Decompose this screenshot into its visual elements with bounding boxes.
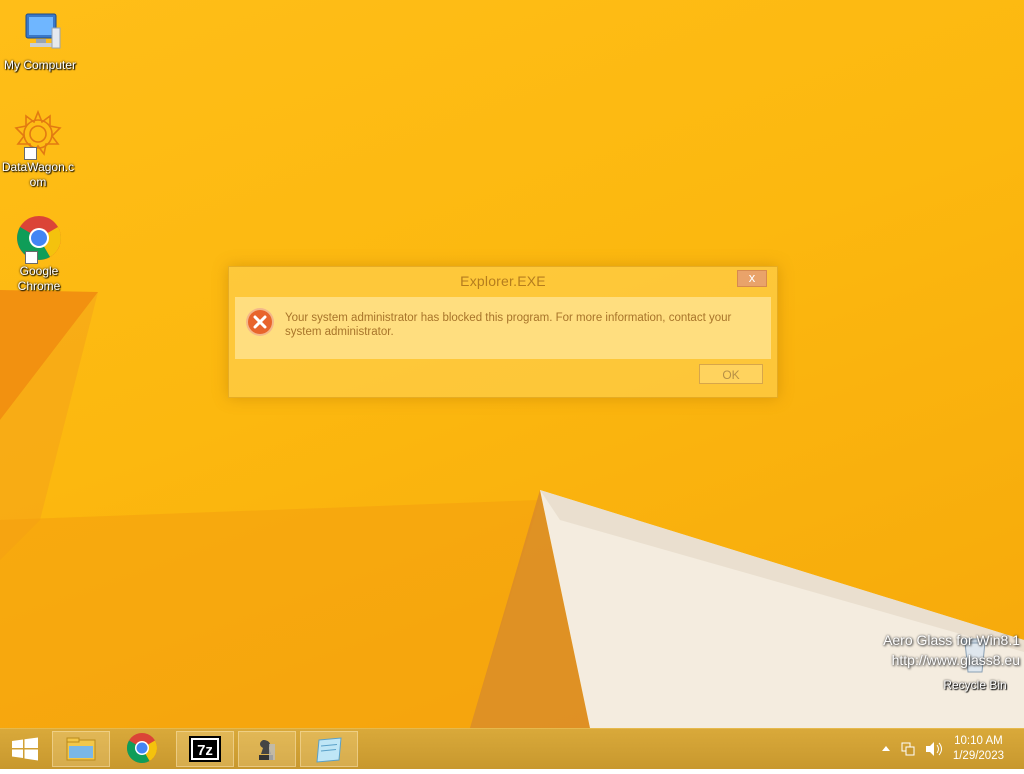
desktop-icon-datawagon[interactable]: DataWagon.c om [0, 109, 78, 190]
clock-date: 1/29/2023 [952, 750, 1004, 762]
taskbar-chrome[interactable] [114, 731, 172, 767]
notepad-icon [316, 737, 342, 763]
start-button[interactable] [0, 729, 50, 769]
windows-logo-icon [12, 737, 38, 761]
dialog-body: Your system administrator has blocked th… [235, 297, 771, 359]
close-icon: x [748, 270, 756, 285]
system-tray: 10:10 AM 1/29/2023 [864, 729, 1024, 769]
desktop-icon-label: Google Chrome [17, 264, 61, 293]
svg-text:7z: 7z [197, 742, 213, 759]
shortcut-arrow-icon [25, 251, 38, 264]
blocked-program-dialog: Explorer.EXE x Your system administrator… [228, 266, 778, 398]
watermark-line-2: http://www.glass8.eu [891, 652, 1020, 668]
datawagon-icon [14, 109, 62, 160]
taskbar-chess[interactable] [238, 731, 296, 767]
chess-icon [259, 740, 275, 760]
ok-button[interactable]: OK [699, 364, 763, 384]
file-explorer-icon [66, 737, 96, 761]
chrome-icon [126, 733, 158, 764]
aero-glass-watermark: Aero Glass for Win8.1 http://www.glass8.… [883, 630, 1020, 670]
taskbar-file-explorer[interactable] [52, 731, 110, 767]
desktop-icon-label: My Computer [3, 58, 77, 72]
clock-time: 10:10 AM [954, 735, 1003, 747]
taskbar-notepad[interactable] [300, 731, 358, 767]
dialog-message: Your system administrator has blocked th… [285, 312, 732, 338]
desktop-icon-google-chrome[interactable]: Google Chrome [0, 214, 79, 294]
dialog-close-button[interactable]: x [737, 270, 767, 287]
chrome-icon [15, 214, 63, 264]
desktop-icon-label: DataWagon.c om [1, 160, 75, 189]
show-hidden-icons-chevron [882, 746, 890, 751]
desktop: My Computer DataWagon.c om Google Chrome… [0, 0, 1024, 728]
network-icon [901, 742, 915, 756]
taskbar: 7z 10:10 AM 1/29/2023 [0, 728, 1024, 769]
watermark-line-1: Aero Glass for Win8.1 [883, 632, 1020, 648]
shortcut-arrow-icon [24, 147, 37, 160]
taskbar-clock[interactable]: 10:10 AM 1/29/2023 [953, 734, 1004, 764]
volume-icon [926, 742, 942, 756]
7zip-icon: 7z [189, 736, 221, 762]
desktop-icon-label: Recycle Bin [943, 678, 1007, 692]
my-computer-icon [16, 8, 64, 56]
taskbar-7zip[interactable]: 7z [176, 731, 234, 767]
desktop-icon-my-computer[interactable]: My Computer [0, 8, 80, 73]
error-icon [245, 307, 275, 337]
dialog-title: Explorer.EXE [460, 273, 546, 289]
